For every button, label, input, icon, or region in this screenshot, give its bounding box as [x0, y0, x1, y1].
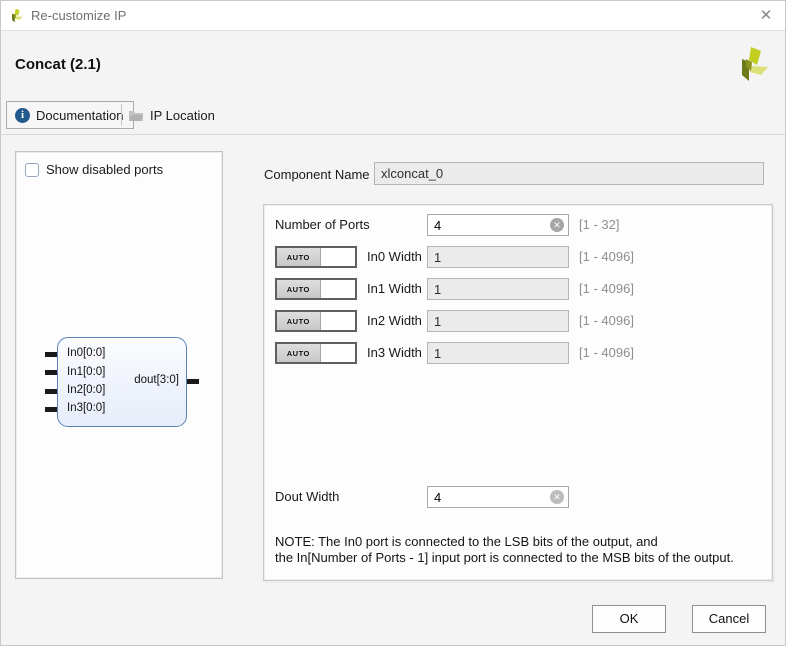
in0-auto-toggle-track: [321, 248, 355, 266]
in3-auto-toggle-label: AUTO: [277, 344, 321, 362]
in2-width-row: AUTO In2 Width [1 - 4096]: [264, 310, 772, 332]
note-text: NOTE: The In0 port is connected to the L…: [275, 534, 734, 565]
number-of-ports-input[interactable]: [427, 214, 569, 236]
in1-width-input: [427, 278, 569, 300]
folder-icon: [128, 109, 144, 122]
in0-width-row: AUTO In0 Width [1 - 4096]: [264, 246, 772, 268]
note-line-1: NOTE: The In0 port is connected to the L…: [275, 534, 734, 550]
in1-auto-toggle-label: AUTO: [277, 280, 321, 298]
ok-button[interactable]: OK: [592, 605, 666, 633]
in2-width-label: In2 Width: [367, 313, 422, 328]
number-of-ports-field: ✕: [427, 214, 569, 236]
cancel-button[interactable]: Cancel: [692, 605, 766, 633]
in1-width-field: [427, 278, 569, 300]
clear-icon[interactable]: ✕: [550, 218, 564, 232]
component-name-label: Component Name: [264, 167, 370, 182]
in0-auto-toggle[interactable]: AUTO: [275, 246, 357, 268]
in2-width-field: [427, 310, 569, 332]
recustomize-ip-dialog: Re-customize IP ✕ Concat (2.1) i Documen…: [0, 0, 786, 646]
port-label-in3: In3[0:0]: [67, 402, 105, 414]
in1-auto-toggle[interactable]: AUTO: [275, 278, 357, 300]
number-of-ports-row: Number of Ports ✕ [1 - 32]: [264, 214, 772, 236]
in0-width-field: [427, 246, 569, 268]
in1-width-label: In1 Width: [367, 281, 422, 296]
info-icon: i: [15, 108, 30, 123]
ip-symbol-block: In0[0:0] In1[0:0] In2[0:0] In3[0:0] dout…: [57, 337, 187, 427]
dout-width-input[interactable]: [427, 486, 569, 508]
clear-icon[interactable]: ✕: [550, 490, 564, 504]
in1-width-range: [1 - 4096]: [579, 281, 634, 296]
in3-auto-toggle-track: [321, 344, 355, 362]
in3-width-field: [427, 342, 569, 364]
in0-width-label: In0 Width: [367, 249, 422, 264]
tab-divider: [121, 104, 122, 126]
in1-auto-toggle-track: [321, 280, 355, 298]
in2-auto-toggle[interactable]: AUTO: [275, 310, 357, 332]
in0-auto-toggle-label: AUTO: [277, 248, 321, 266]
port-label-in1: In1[0:0]: [67, 366, 105, 378]
component-name-input[interactable]: [374, 162, 764, 185]
in0-width-input: [427, 246, 569, 268]
tabs-underline: [1, 134, 785, 135]
dout-width-label: Dout Width: [275, 489, 339, 504]
in1-width-row: AUTO In1 Width [1 - 4096]: [264, 278, 772, 300]
title-bar: Re-customize IP ✕: [1, 1, 785, 31]
tab-documentation[interactable]: i Documentation: [6, 101, 134, 129]
in3-width-label: In3 Width: [367, 345, 422, 360]
dout-width-field: ✕: [427, 486, 569, 508]
port-label-dout: dout[3:0]: [134, 374, 179, 386]
tab-ip-location[interactable]: IP Location: [128, 101, 215, 129]
page-title: Concat (2.1): [15, 56, 101, 73]
note-line-2: the In[Number of Ports - 1] input port i…: [275, 550, 734, 566]
close-icon[interactable]: ✕: [756, 6, 776, 26]
in3-width-input: [427, 342, 569, 364]
tab-documentation-label: Documentation: [36, 108, 123, 123]
in3-width-range: [1 - 4096]: [579, 345, 634, 360]
show-disabled-ports-label: Show disabled ports: [46, 162, 163, 177]
in2-auto-toggle-label: AUTO: [277, 312, 321, 330]
in2-auto-toggle-track: [321, 312, 355, 330]
in3-auto-toggle[interactable]: AUTO: [275, 342, 357, 364]
in3-width-row: AUTO In3 Width [1 - 4096]: [264, 342, 772, 364]
in2-width-range: [1 - 4096]: [579, 313, 634, 328]
show-disabled-ports-checkbox[interactable]: [25, 163, 39, 177]
number-of-ports-range: [1 - 32]: [579, 217, 619, 232]
show-disabled-ports-row: Show disabled ports: [25, 162, 163, 177]
parameters-group: Number of Ports ✕ [1 - 32] AUTO In0 Widt…: [263, 204, 773, 581]
xilinx-logo-icon: [8, 8, 24, 24]
tab-ip-location-label: IP Location: [150, 108, 215, 123]
window-title: Re-customize IP: [31, 8, 126, 23]
number-of-ports-label: Number of Ports: [275, 217, 370, 232]
in2-width-input: [427, 310, 569, 332]
xilinx-brand-logo: [734, 45, 770, 85]
port-stub-dout: [186, 379, 199, 384]
dout-width-row: Dout Width ✕: [264, 486, 772, 508]
symbol-preview-panel: Show disabled ports In0[0:0] In1[0:0] In…: [15, 151, 223, 579]
in0-width-range: [1 - 4096]: [579, 249, 634, 264]
port-label-in0: In0[0:0]: [67, 347, 105, 359]
port-label-in2: In2[0:0]: [67, 384, 105, 396]
